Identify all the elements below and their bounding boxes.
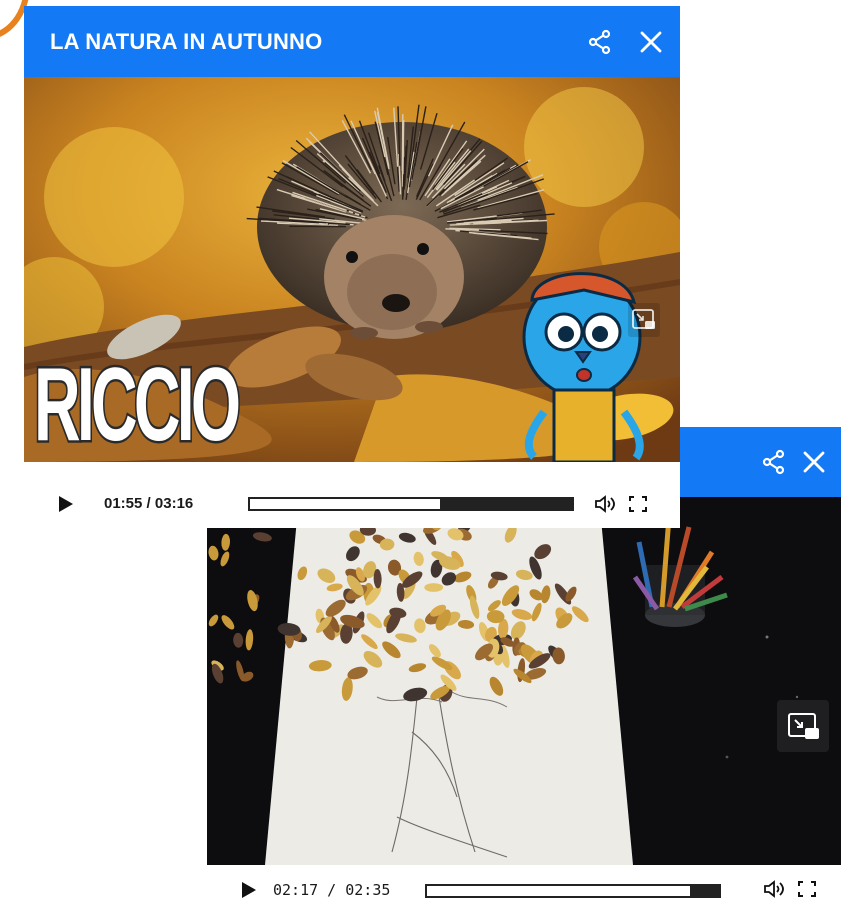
share-icon <box>588 29 611 55</box>
player-header: LA NATURA IN AUTUNNO <box>24 6 680 77</box>
duration: 03:16 <box>154 495 194 512</box>
fullscreen-button[interactable] <box>795 879 819 899</box>
video-player-hedgehog: LA NATURA IN AUTUNNO RICCIO 01:55 / 03:1… <box>24 6 680 528</box>
picture-in-picture-button[interactable] <box>628 303 660 337</box>
play-button[interactable] <box>56 495 74 513</box>
leaf-tree-artwork <box>207 497 841 865</box>
play-icon <box>59 496 73 512</box>
progress-bar[interactable] <box>425 884 721 898</box>
picture-in-picture-icon <box>777 700 829 752</box>
close-icon <box>640 31 662 53</box>
video-frame[interactable] <box>207 497 841 865</box>
duration: 02:35 <box>345 881 391 899</box>
fullscreen-button[interactable] <box>626 494 650 514</box>
volume-button[interactable] <box>594 494 618 514</box>
play-button[interactable] <box>239 881 257 899</box>
fullscreen-icon <box>629 496 647 512</box>
close-button[interactable] <box>634 25 668 59</box>
volume-icon <box>764 880 784 898</box>
picture-in-picture-button[interactable] <box>777 700 829 752</box>
share-button[interactable] <box>757 445 791 479</box>
player-controls: 01:55 / 03:16 <box>24 462 680 528</box>
volume-icon <box>595 495 615 513</box>
time-separator: / <box>142 495 155 512</box>
close-button[interactable] <box>797 445 831 479</box>
picture-in-picture-icon <box>628 303 660 337</box>
close-icon <box>803 451 825 473</box>
time-display: 02:17 / 02:35 <box>273 881 390 899</box>
fullscreen-icon <box>798 881 816 897</box>
share-icon <box>762 449 785 475</box>
time-separator: / <box>318 881 346 899</box>
current-time: 01:55 <box>104 495 143 512</box>
player-title: LA NATURA IN AUTUNNO <box>50 29 323 54</box>
video-frame[interactable]: RICCIO <box>24 77 680 462</box>
player-controls: 02:17 / 02:35 <box>207 865 841 915</box>
progress-remaining <box>250 499 440 509</box>
screen: 02:17 / 02:35 LA NATURA IN AUTUNNO RICCI… <box>0 0 848 915</box>
video-caption: RICCIO <box>32 347 242 462</box>
share-button[interactable] <box>583 25 617 59</box>
current-time: 02:17 <box>273 881 319 899</box>
progress-bar[interactable] <box>248 497 574 511</box>
volume-button[interactable] <box>763 879 787 899</box>
play-icon <box>242 882 256 898</box>
time-display: 01:55 / 03:16 <box>104 495 193 512</box>
progress-remaining <box>427 886 690 896</box>
player-header <box>679 427 841 497</box>
